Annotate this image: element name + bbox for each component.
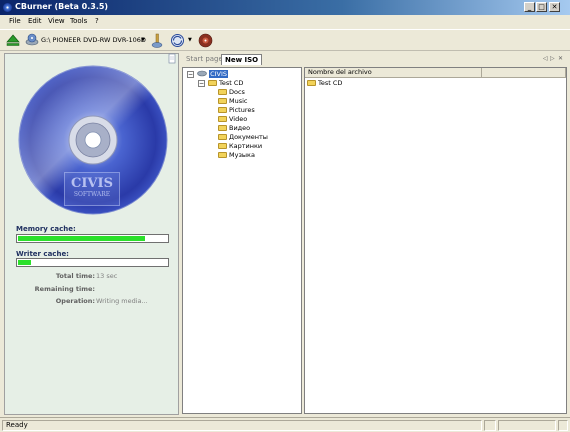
tree-root[interactable]: CIVIS — [197, 70, 229, 79]
burn-wand-icon[interactable] — [150, 33, 164, 49]
folder-tree[interactable]: − CIVIS − Test CD Docs Music Pictures Vi… — [182, 67, 302, 414]
folder-icon — [218, 116, 227, 122]
total-time-value: 13 sec — [96, 272, 118, 280]
title-bar: CBurner (Beta 0.3.5) _ □ ✕ — [0, 0, 570, 15]
operation-value: Writing media... — [96, 297, 148, 305]
writer-cache-label: Writer cache: — [16, 250, 69, 258]
tab-next-arrow[interactable]: ▷ — [550, 55, 555, 62]
tab-new-iso[interactable]: New ISO — [221, 54, 263, 65]
tree-folder[interactable]: Docs — [218, 88, 245, 97]
memory-cache-bar — [16, 234, 169, 243]
file-list[interactable]: Nombre del archivo Test CD — [304, 67, 567, 414]
tree-folder-label: Music — [229, 97, 248, 105]
close-button[interactable]: ✕ — [549, 2, 560, 12]
memory-cache-fill — [18, 236, 145, 241]
tree-folder-label: Video — [229, 115, 248, 123]
menu-tools[interactable]: Tools — [70, 17, 87, 25]
folder-icon — [218, 152, 227, 158]
civis-watermark-logo: CIVIS SOFTWARE — [64, 172, 120, 206]
tree-folder[interactable]: Pictures — [218, 106, 255, 115]
computer-icon — [197, 70, 207, 77]
file-name: Test CD — [318, 79, 343, 87]
folder-icon — [218, 98, 227, 104]
refresh-disc-icon[interactable] — [170, 33, 185, 48]
folder-icon — [218, 134, 227, 140]
project-collapse-toggle[interactable]: − — [198, 80, 205, 87]
tree-folder-label: Картинки — [229, 142, 263, 150]
eject-icon[interactable] — [6, 33, 20, 47]
status-cell — [484, 420, 496, 431]
size-grip[interactable] — [558, 420, 568, 431]
status-text: Ready — [2, 420, 482, 431]
column-header-name[interactable]: Nombre del archivo — [305, 68, 482, 78]
project-area: Start page New ISO ◁ ▷ ✕ − CIVIS − Test … — [168, 53, 567, 415]
tree-folder-label: Видео — [229, 124, 251, 132]
column-header-extra[interactable] — [482, 68, 566, 78]
logo-line2: SOFTWARE — [73, 191, 111, 198]
menu-help[interactable]: ? — [95, 17, 99, 25]
operation-label: Operation: — [55, 297, 95, 305]
left-panel: CIVIS SOFTWARE Memory cache: Writer cach… — [4, 53, 179, 415]
tree-project-label: Test CD — [219, 79, 244, 87]
tree-folder-label: Документы — [229, 133, 268, 141]
tree-folder-label: Музыка — [229, 151, 255, 159]
folder-icon — [218, 89, 227, 95]
memory-cache-label: Memory cache: — [16, 225, 76, 233]
record-disc-icon[interactable] — [198, 33, 213, 48]
total-time-label: Total time: — [55, 272, 95, 280]
tree-folder[interactable]: Видео — [218, 124, 250, 133]
folder-icon — [218, 143, 227, 149]
window-title: CBurner (Beta 0.3.5) — [15, 2, 109, 11]
menu-edit[interactable]: Edit — [28, 17, 42, 25]
minimize-button[interactable]: _ — [524, 2, 535, 12]
document-icon — [168, 53, 176, 64]
folder-icon — [307, 80, 316, 86]
writer-cache-bar — [16, 258, 169, 267]
status-cell — [498, 420, 556, 431]
folder-icon — [218, 125, 227, 131]
status-bar: Ready — [0, 417, 570, 432]
tree-folder[interactable]: Музыка — [218, 151, 255, 160]
tree-root-label: CIVIS — [209, 70, 229, 78]
folder-icon — [218, 107, 227, 113]
file-row[interactable]: Test CD — [307, 79, 342, 88]
drive-select[interactable]: G:\ PIONEER DVD-RW DVR-106D — [41, 36, 146, 44]
toolbar: G:\ PIONEER DVD-RW DVR-106D ▼ ▼ — [0, 29, 570, 51]
app-disc-icon — [3, 3, 12, 12]
writer-cache-fill — [18, 260, 31, 265]
tree-folder[interactable]: Картинки — [218, 142, 262, 151]
tab-prev-arrow[interactable]: ◁ — [543, 55, 548, 62]
tree-project[interactable]: Test CD — [208, 79, 243, 88]
tree-folder-label: Docs — [229, 88, 245, 96]
tree-folder[interactable]: Music — [218, 97, 248, 106]
drive-icon — [25, 33, 39, 46]
tree-folder[interactable]: Документы — [218, 133, 268, 142]
burn-dropdown-arrow[interactable]: ▼ — [188, 37, 192, 43]
menu-file[interactable]: File — [9, 17, 21, 25]
tab-start-page[interactable]: Start page — [183, 54, 226, 65]
folder-icon — [208, 80, 217, 86]
tree-folder-label: Pictures — [229, 106, 255, 114]
maximize-button[interactable]: □ — [536, 2, 547, 12]
tab-close-button[interactable]: ✕ — [558, 55, 563, 62]
menu-bar: File Edit View Tools ? — [0, 15, 570, 28]
tab-strip: Start page New ISO ◁ ▷ ✕ — [168, 53, 567, 66]
logo-line1: CIVIS — [71, 176, 113, 191]
remaining-time-label: Remaining time: — [34, 285, 95, 293]
drive-dropdown-arrow[interactable]: ▼ — [141, 37, 145, 43]
menu-view[interactable]: View — [48, 17, 65, 25]
tree-folder[interactable]: Video — [218, 115, 247, 124]
root-collapse-toggle[interactable]: − — [187, 71, 194, 78]
